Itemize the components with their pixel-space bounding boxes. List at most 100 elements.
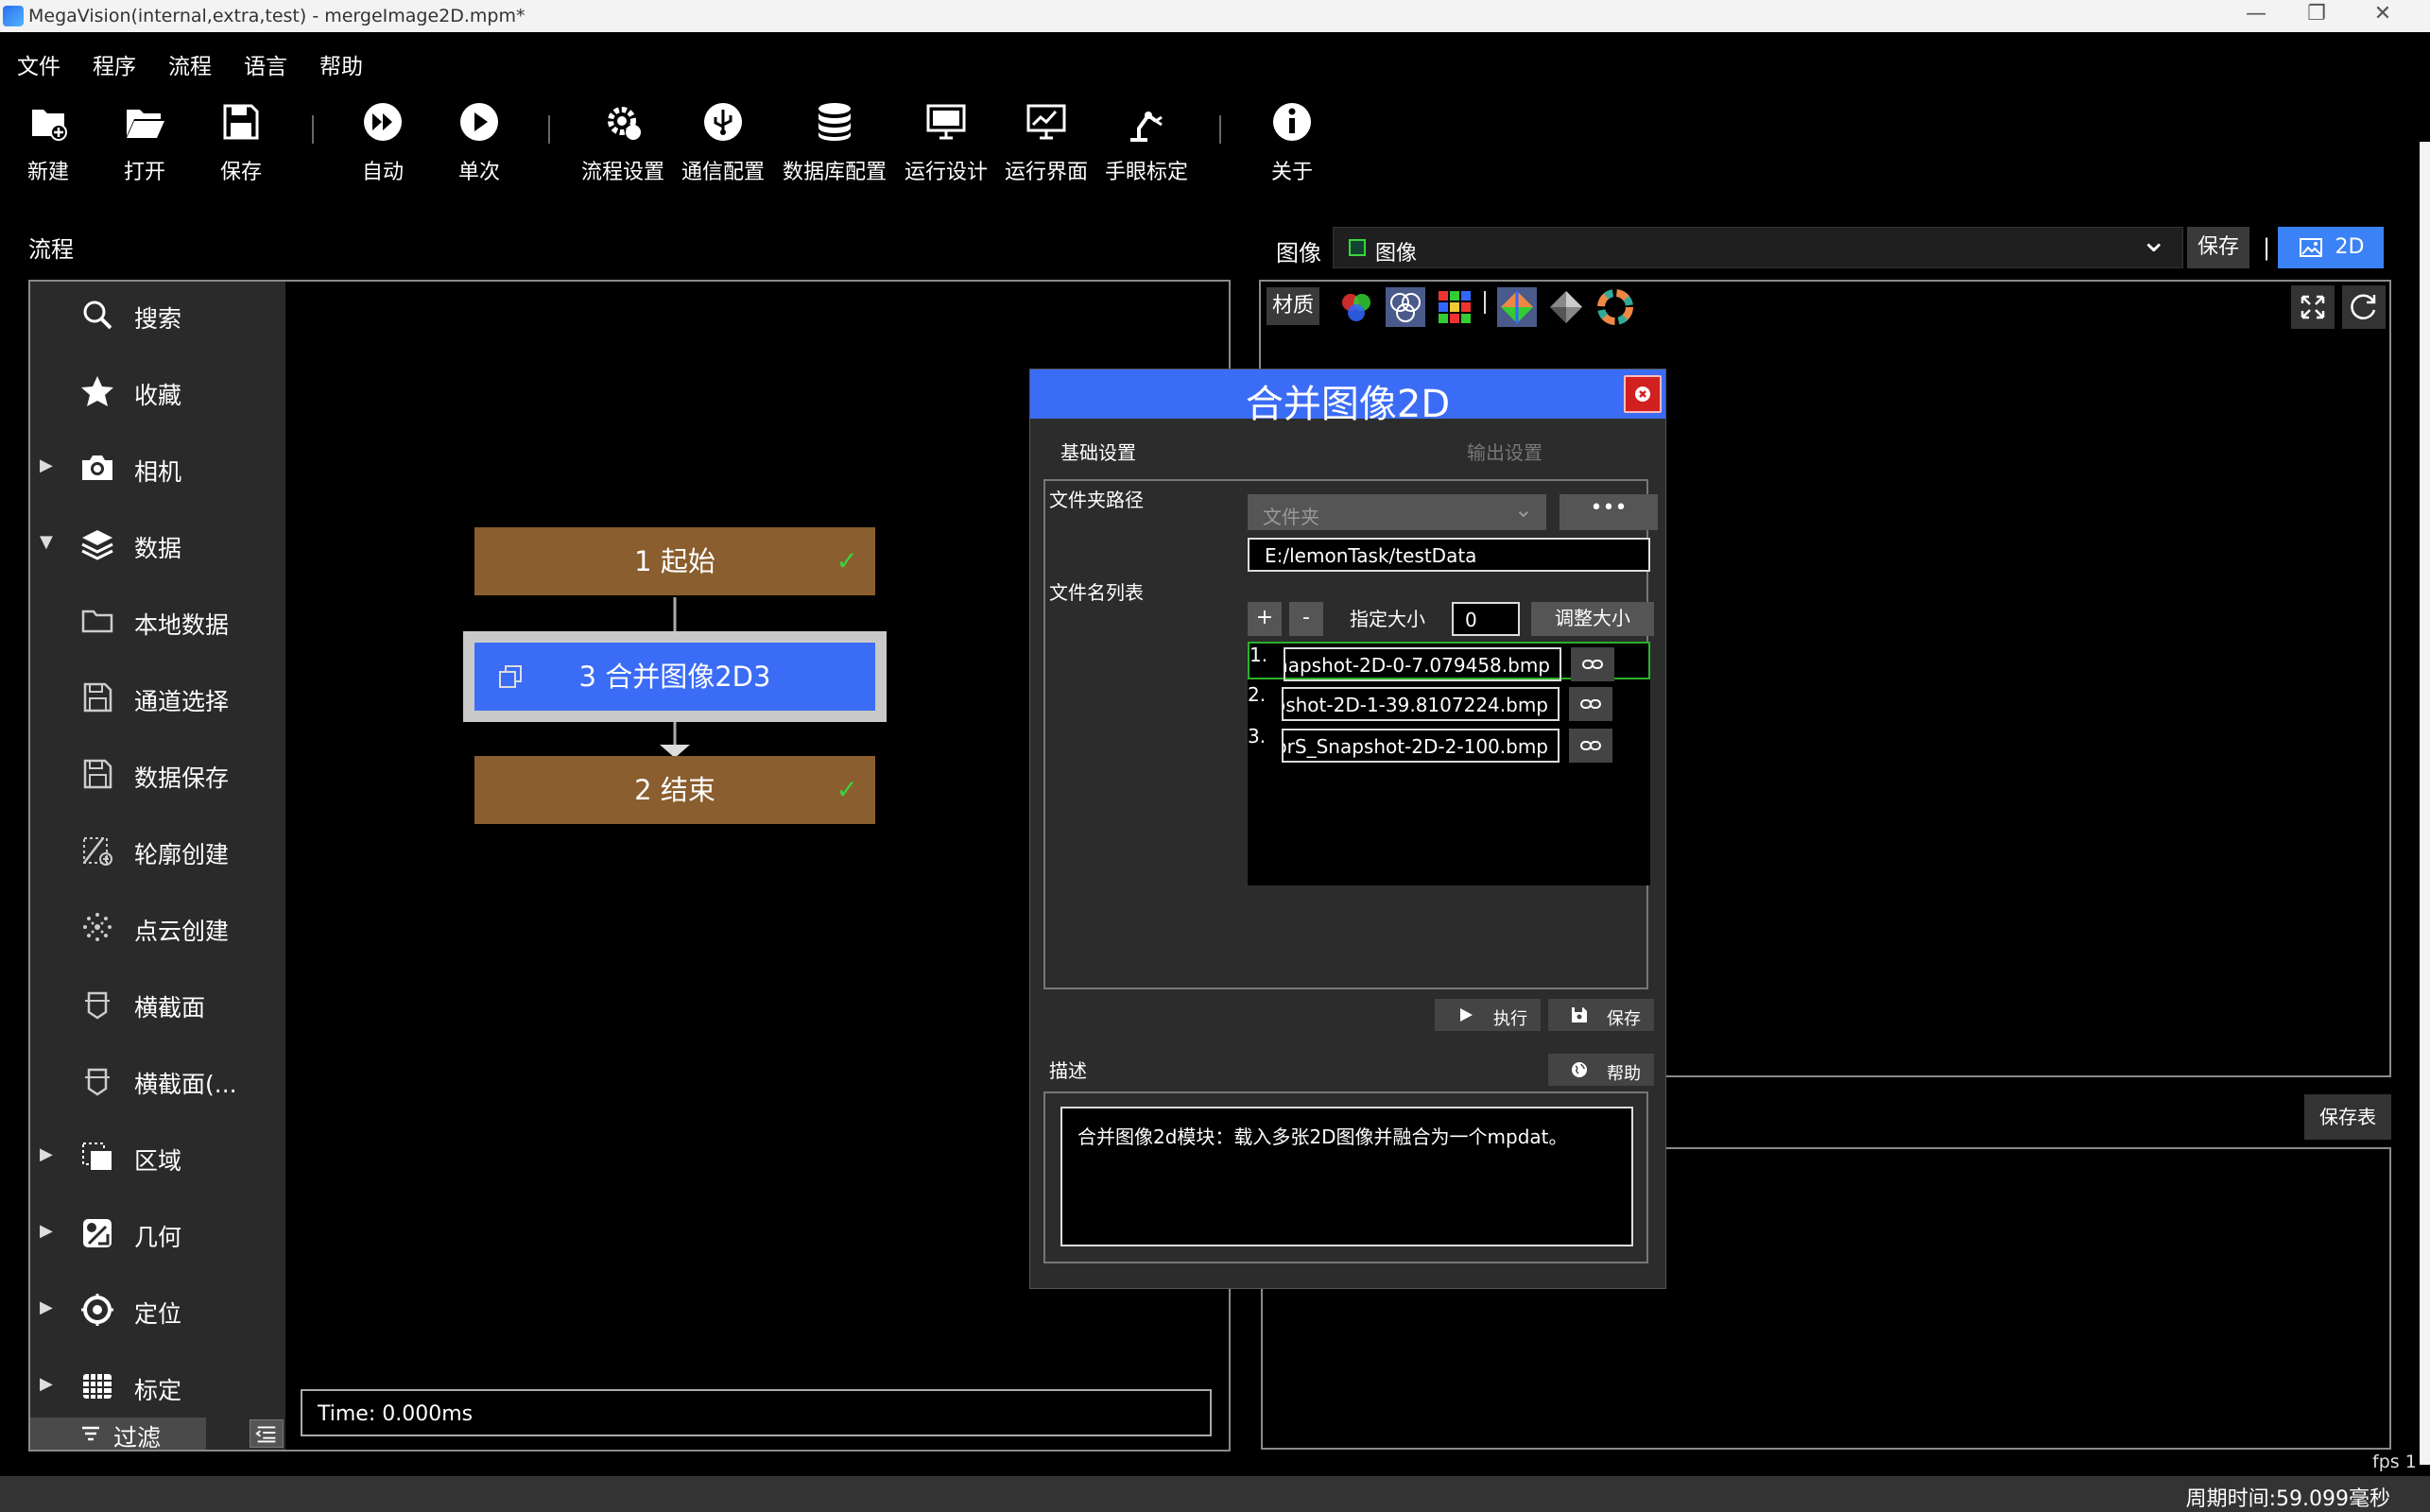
node-label: 3 合并图像2D3 <box>578 661 771 693</box>
filter-button[interactable]: 过滤 <box>30 1418 206 1452</box>
save-icon <box>223 104 259 140</box>
new-label: 新建 <box>26 161 69 184</box>
sidebar-item-label: 点云创建 <box>134 918 230 945</box>
comm-config-button[interactable]: 通信配置 <box>671 100 775 195</box>
open-button[interactable]: 打开 <box>93 100 197 195</box>
sidebar-item-label: 收藏 <box>134 382 182 409</box>
sidebar-item-calibration[interactable]: ▶ 标定 <box>30 1353 285 1421</box>
rgb-channels-icon[interactable] <box>1336 287 1376 327</box>
sidebar-item-data[interactable]: ▼ 数据 <box>30 511 285 579</box>
add-file-button[interactable]: + <box>1248 602 1282 636</box>
mosaic-grid-icon[interactable] <box>1435 287 1474 327</box>
sidebar-item-locate[interactable]: ▶ 定位 <box>30 1277 285 1345</box>
list-item[interactable]: 2. Snapshot-2D-1-39.8107224.bmp <box>1248 683 1650 721</box>
tab-basic-settings[interactable]: 基础设置 <box>1060 438 1136 465</box>
link-file-button[interactable] <box>1571 647 1614 681</box>
locate-icon <box>81 1294 113 1326</box>
sidebar-item-point-cloud-create[interactable]: 点云创建 <box>30 894 285 962</box>
sidebar-item-geometry[interactable]: ▶ 几何 <box>30 1200 285 1268</box>
dialog-close-button[interactable] <box>1624 375 1662 413</box>
run-ui-label: 运行界面 <box>1004 161 1088 184</box>
sidebar-item-cross-section[interactable]: 横截面 <box>30 971 285 1039</box>
dialog-title-bar[interactable]: 合并图像2D <box>1030 369 1665 426</box>
sidebar-item-cross-section-2[interactable]: 横截面(... <box>30 1047 285 1115</box>
menu-flow[interactable]: 流程 <box>168 48 212 80</box>
title-bar: MegaVision(internal,extra,test) - mergeI… <box>0 0 2430 32</box>
run-ui-button[interactable]: 运行界面 <box>994 100 1098 195</box>
help-button[interactable]: 帮助 <box>1548 1054 1654 1086</box>
file-name-field[interactable]: orS_Snapshot-2D-2-100.bmp <box>1282 729 1560 763</box>
auto-label: 自动 <box>361 161 404 184</box>
sidebar-item-local-data[interactable]: 本地数据 <box>30 588 285 656</box>
menu-file[interactable]: 文件 <box>17 48 60 80</box>
mesh-shading-icon[interactable] <box>1546 287 1586 327</box>
hand-eye-calib-button[interactable]: 手眼标定 <box>1094 100 1198 195</box>
single-run-button[interactable]: 单次 <box>427 100 531 195</box>
size-input[interactable]: 0 <box>1452 602 1520 636</box>
save-label: 保存 <box>219 161 262 184</box>
remove-file-button[interactable]: - <box>1289 602 1323 636</box>
flow-settings-label: 流程设置 <box>580 161 664 184</box>
link-file-button[interactable] <box>1569 687 1612 721</box>
mode-2d-button[interactable]: 2D <box>2278 227 2384 268</box>
tab-output-settings[interactable]: 输出设置 <box>1467 438 1542 465</box>
resize-button[interactable]: 调整大小 <box>1531 602 1654 636</box>
minimize-button[interactable]: — <box>2232 2 2280 26</box>
flow-panel-title: 流程 <box>28 236 74 263</box>
flow-node-merge-image[interactable]: 3 合并图像2D3 <box>474 643 875 711</box>
flow-node-start[interactable]: 1 起始 ✓ <box>474 527 875 595</box>
sidebar-item-label: 横截面(... <box>134 1071 237 1098</box>
execute-button[interactable]: 执行 <box>1435 999 1541 1031</box>
search-icon <box>83 301 112 330</box>
folder-path-input[interactable]: E:/lemonTask/testData <box>1248 538 1650 572</box>
link-icon <box>1580 741 1601 750</box>
fit-view-button[interactable] <box>2291 285 2335 329</box>
merge-image-dialog: 合并图像2D 基础设置 输出设置 文件夹路径 文件夹 ⌄ ••• E:/lemo… <box>1029 369 1666 1289</box>
save-table-button[interactable]: 保存表 <box>2304 1094 2391 1140</box>
refresh-button[interactable] <box>2342 285 2386 329</box>
sidebar-item-search[interactable]: 搜索 <box>30 282 285 350</box>
image-select[interactable]: 图像 ⌄ <box>1333 222 2183 268</box>
new-button[interactable]: 新建 <box>0 100 100 195</box>
save-button[interactable]: 保存 <box>189 100 293 195</box>
run-design-button[interactable]: 运行设计 <box>894 100 998 195</box>
sidebar-item-region[interactable]: ▶ 区域 <box>30 1124 285 1192</box>
sidebar-item-camera[interactable]: ▶ 相机 <box>30 435 285 503</box>
menu-language[interactable]: 语言 <box>244 48 287 80</box>
sidebar-collapse-button[interactable] <box>250 1419 284 1448</box>
sidebar-item-label: 相机 <box>134 458 182 486</box>
heightmap-color-icon[interactable] <box>1497 287 1537 327</box>
node-label: 2 结束 <box>634 774 715 806</box>
chevron-down-icon: ⌄ <box>2140 222 2168 260</box>
sidebar-item-channel-select[interactable]: 通道选择 <box>30 664 285 732</box>
sidebar-item-data-save[interactable]: 数据保存 <box>30 741 285 809</box>
flow-node-end[interactable]: 2 结束 ✓ <box>474 756 875 824</box>
folder-select[interactable]: 文件夹 ⌄ <box>1248 494 1546 530</box>
about-button[interactable]: 关于 <box>1240 100 1344 195</box>
color-wheel-icon[interactable] <box>1595 287 1635 327</box>
dialog-save-button[interactable]: 保存 <box>1548 999 1654 1031</box>
flow-settings-button[interactable]: 流程设置 <box>571 100 675 195</box>
sidebar-item-favorites[interactable]: 收藏 <box>30 358 285 426</box>
sidebar-item-contour-create[interactable]: 轮廓创建 <box>30 817 285 885</box>
link-file-button[interactable] <box>1569 729 1612 763</box>
db-config-button[interactable]: 数据库配置 <box>783 100 887 195</box>
material-button[interactable]: 材质 <box>1267 287 1319 325</box>
list-item[interactable]: 1. Snapshot-2D-0-7.079458.bmp <box>1248 642 1650 681</box>
file-name-field[interactable]: Snapshot-2D-1-39.8107224.bmp <box>1282 687 1560 721</box>
file-name-field[interactable]: Snapshot-2D-0-7.079458.bmp <box>1284 647 1561 681</box>
sidebar-item-label: 本地数据 <box>134 611 230 639</box>
image-save-button[interactable]: 保存 <box>2187 227 2249 268</box>
menu-help[interactable]: 帮助 <box>319 48 363 80</box>
window-edge <box>2420 142 2430 1465</box>
color-mix-icon[interactable] <box>1386 287 1425 327</box>
maximize-button[interactable]: ❐ <box>2293 2 2340 26</box>
expand-arrow-icon: ▶ <box>40 1297 53 1317</box>
menu-program[interactable]: 程序 <box>93 48 136 80</box>
run-design-label: 运行设计 <box>904 161 988 184</box>
close-window-button[interactable]: ✕ <box>2359 2 2406 26</box>
auto-run-button[interactable]: 自动 <box>331 100 435 195</box>
check-icon: ✓ <box>836 774 858 805</box>
list-item[interactable]: 3. orS_Snapshot-2D-2-100.bmp <box>1248 725 1650 763</box>
browse-folder-button[interactable]: ••• <box>1560 494 1658 530</box>
